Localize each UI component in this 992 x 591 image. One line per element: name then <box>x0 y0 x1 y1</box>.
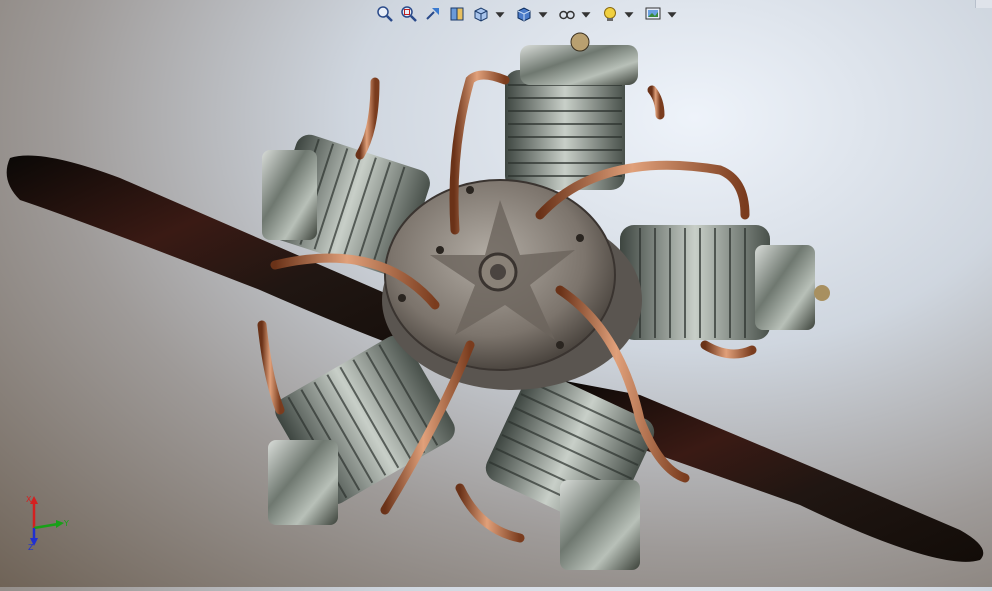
chevron-down-icon <box>538 12 548 18</box>
triad-y-label: Y <box>63 519 69 528</box>
previous-view-icon <box>426 8 439 20</box>
edit-appearance-icon <box>604 7 616 21</box>
zoom-to-area-button[interactable] <box>398 4 420 24</box>
previous-view-button[interactable] <box>422 4 444 24</box>
heads-up-view-toolbar <box>374 3 683 25</box>
section-view-icon <box>450 7 464 21</box>
cylinder-right[interactable] <box>620 225 830 340</box>
hide-show-items-icon <box>559 10 575 20</box>
chevron-down-icon <box>624 12 634 18</box>
zoom-to-fit-icon <box>377 6 393 22</box>
edit-appearance-button[interactable] <box>599 4 640 24</box>
display-style-icon <box>517 7 531 22</box>
section-view-button[interactable] <box>446 4 468 24</box>
graphics-viewport[interactable]: X Y Z <box>0 0 992 587</box>
view-orientation-button[interactable] <box>470 4 511 24</box>
display-style-button[interactable] <box>513 4 554 24</box>
hide-show-items-button[interactable] <box>556 4 597 24</box>
triad-x-label: X <box>26 495 32 504</box>
apply-scene-button[interactable] <box>642 4 683 24</box>
engine-model <box>6 32 984 570</box>
window-scroll-corner[interactable] <box>975 0 992 8</box>
triad-y-axis <box>33 522 59 530</box>
zoom-to-area-icon <box>401 6 417 22</box>
view-orientation-icon <box>474 7 488 22</box>
chevron-down-icon <box>581 12 591 18</box>
chevron-down-icon <box>667 12 677 18</box>
zoom-to-fit-button[interactable] <box>374 4 396 24</box>
triad-z-label: Z <box>28 543 34 552</box>
reference-triad: X Y Z <box>26 495 69 552</box>
apply-scene-icon <box>645 7 661 20</box>
chevron-down-icon <box>495 12 505 18</box>
